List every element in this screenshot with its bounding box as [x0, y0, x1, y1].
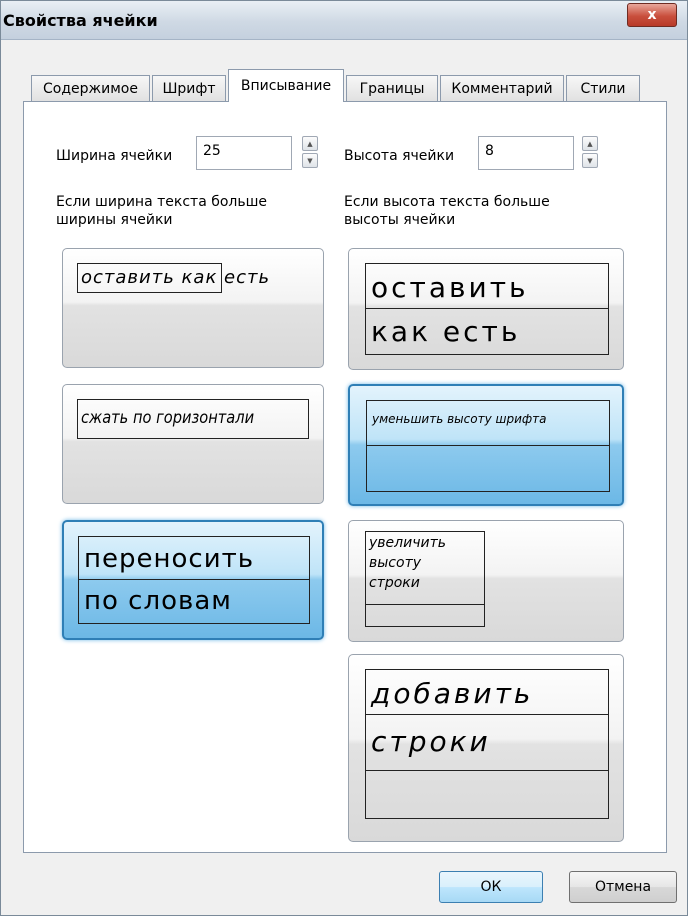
height-input[interactable]: 8	[478, 136, 574, 170]
row-divider	[366, 714, 608, 715]
width-label: Ширина ячейки	[56, 148, 173, 164]
height-group-heading-1: Если высота текста больше	[344, 194, 550, 210]
option-width-wrap-line2: по словам	[84, 586, 232, 616]
option-height-keep[interactable]: оставить как есть	[348, 248, 624, 370]
option-height-shrink-font-text: уменьшить высоту шрифта	[372, 412, 547, 426]
row-divider	[366, 308, 608, 309]
option-width-compress-text: сжать по горизонтали	[81, 408, 255, 428]
tab-styles[interactable]: Стили	[566, 75, 640, 101]
tab-comment[interactable]: Комментарий	[440, 75, 564, 101]
option-height-keep-line2: как есть	[371, 315, 521, 348]
cancel-button[interactable]: Отмена	[569, 871, 677, 903]
row-divider	[366, 604, 484, 605]
option-height-grow-row[interactable]: увеличить высоту строки	[348, 520, 624, 642]
tab-fitting[interactable]: Вписывание	[228, 69, 344, 102]
option-width-compress[interactable]: сжать по горизонтали	[62, 384, 324, 504]
cell-properties-dialog: Свойства ячейки x Содержимое Шрифт Вписы…	[0, 0, 688, 916]
spin-down-icon[interactable]: ▼	[302, 153, 318, 168]
height-spinner[interactable]: ▲ ▼	[582, 136, 598, 168]
option-height-grow-row-line3: строки	[369, 575, 420, 591]
option-width-wrap[interactable]: переносить по словам	[62, 520, 324, 640]
option-height-shrink-font[interactable]: уменьшить высоту шрифта	[348, 384, 624, 506]
dialog-title: Свойства ячейки	[3, 11, 158, 30]
option-width-wrap-line1: переносить	[84, 544, 255, 574]
close-icon: x	[647, 7, 657, 23]
option-height-add-rows-line1: добавить	[371, 677, 534, 710]
spin-up-icon[interactable]: ▲	[582, 136, 598, 151]
row-divider	[366, 770, 608, 771]
row-divider	[367, 445, 609, 446]
tab-font[interactable]: Шрифт	[152, 75, 226, 101]
option-height-grow-row-line1: увеличить	[369, 535, 446, 551]
option-height-grow-row-line2: высоту	[369, 555, 422, 571]
option-width-keep[interactable]: оставить как есть	[62, 248, 324, 368]
close-button[interactable]: x	[627, 3, 677, 27]
spin-down-icon[interactable]: ▼	[582, 153, 598, 168]
option-height-add-rows-line2: строки	[371, 725, 491, 758]
option-width-keep-text: оставить как есть	[81, 267, 271, 288]
width-group-heading-1: Если ширина текста больше	[56, 194, 268, 210]
width-group-heading-2: ширины ячейки	[56, 212, 173, 228]
option-height-add-rows[interactable]: добавить строки	[348, 654, 624, 842]
height-group-heading-2: высоты ячейки	[344, 212, 456, 228]
tab-panel-fitting: Ширина ячейки 25 ▲ ▼ Высота ячейки 8 ▲ ▼…	[23, 101, 667, 853]
title-bar: Свойства ячейки x	[1, 1, 687, 40]
spin-up-icon[interactable]: ▲	[302, 136, 318, 151]
option-height-keep-line1: оставить	[371, 271, 529, 304]
height-label: Высота ячейки	[344, 148, 455, 164]
ok-button[interactable]: ОК	[439, 871, 543, 903]
width-spinner[interactable]: ▲ ▼	[302, 136, 318, 168]
row-divider	[79, 579, 309, 580]
width-input[interactable]: 25	[196, 136, 292, 170]
tab-borders[interactable]: Границы	[346, 75, 438, 101]
tab-content[interactable]: Содержимое	[31, 75, 150, 101]
